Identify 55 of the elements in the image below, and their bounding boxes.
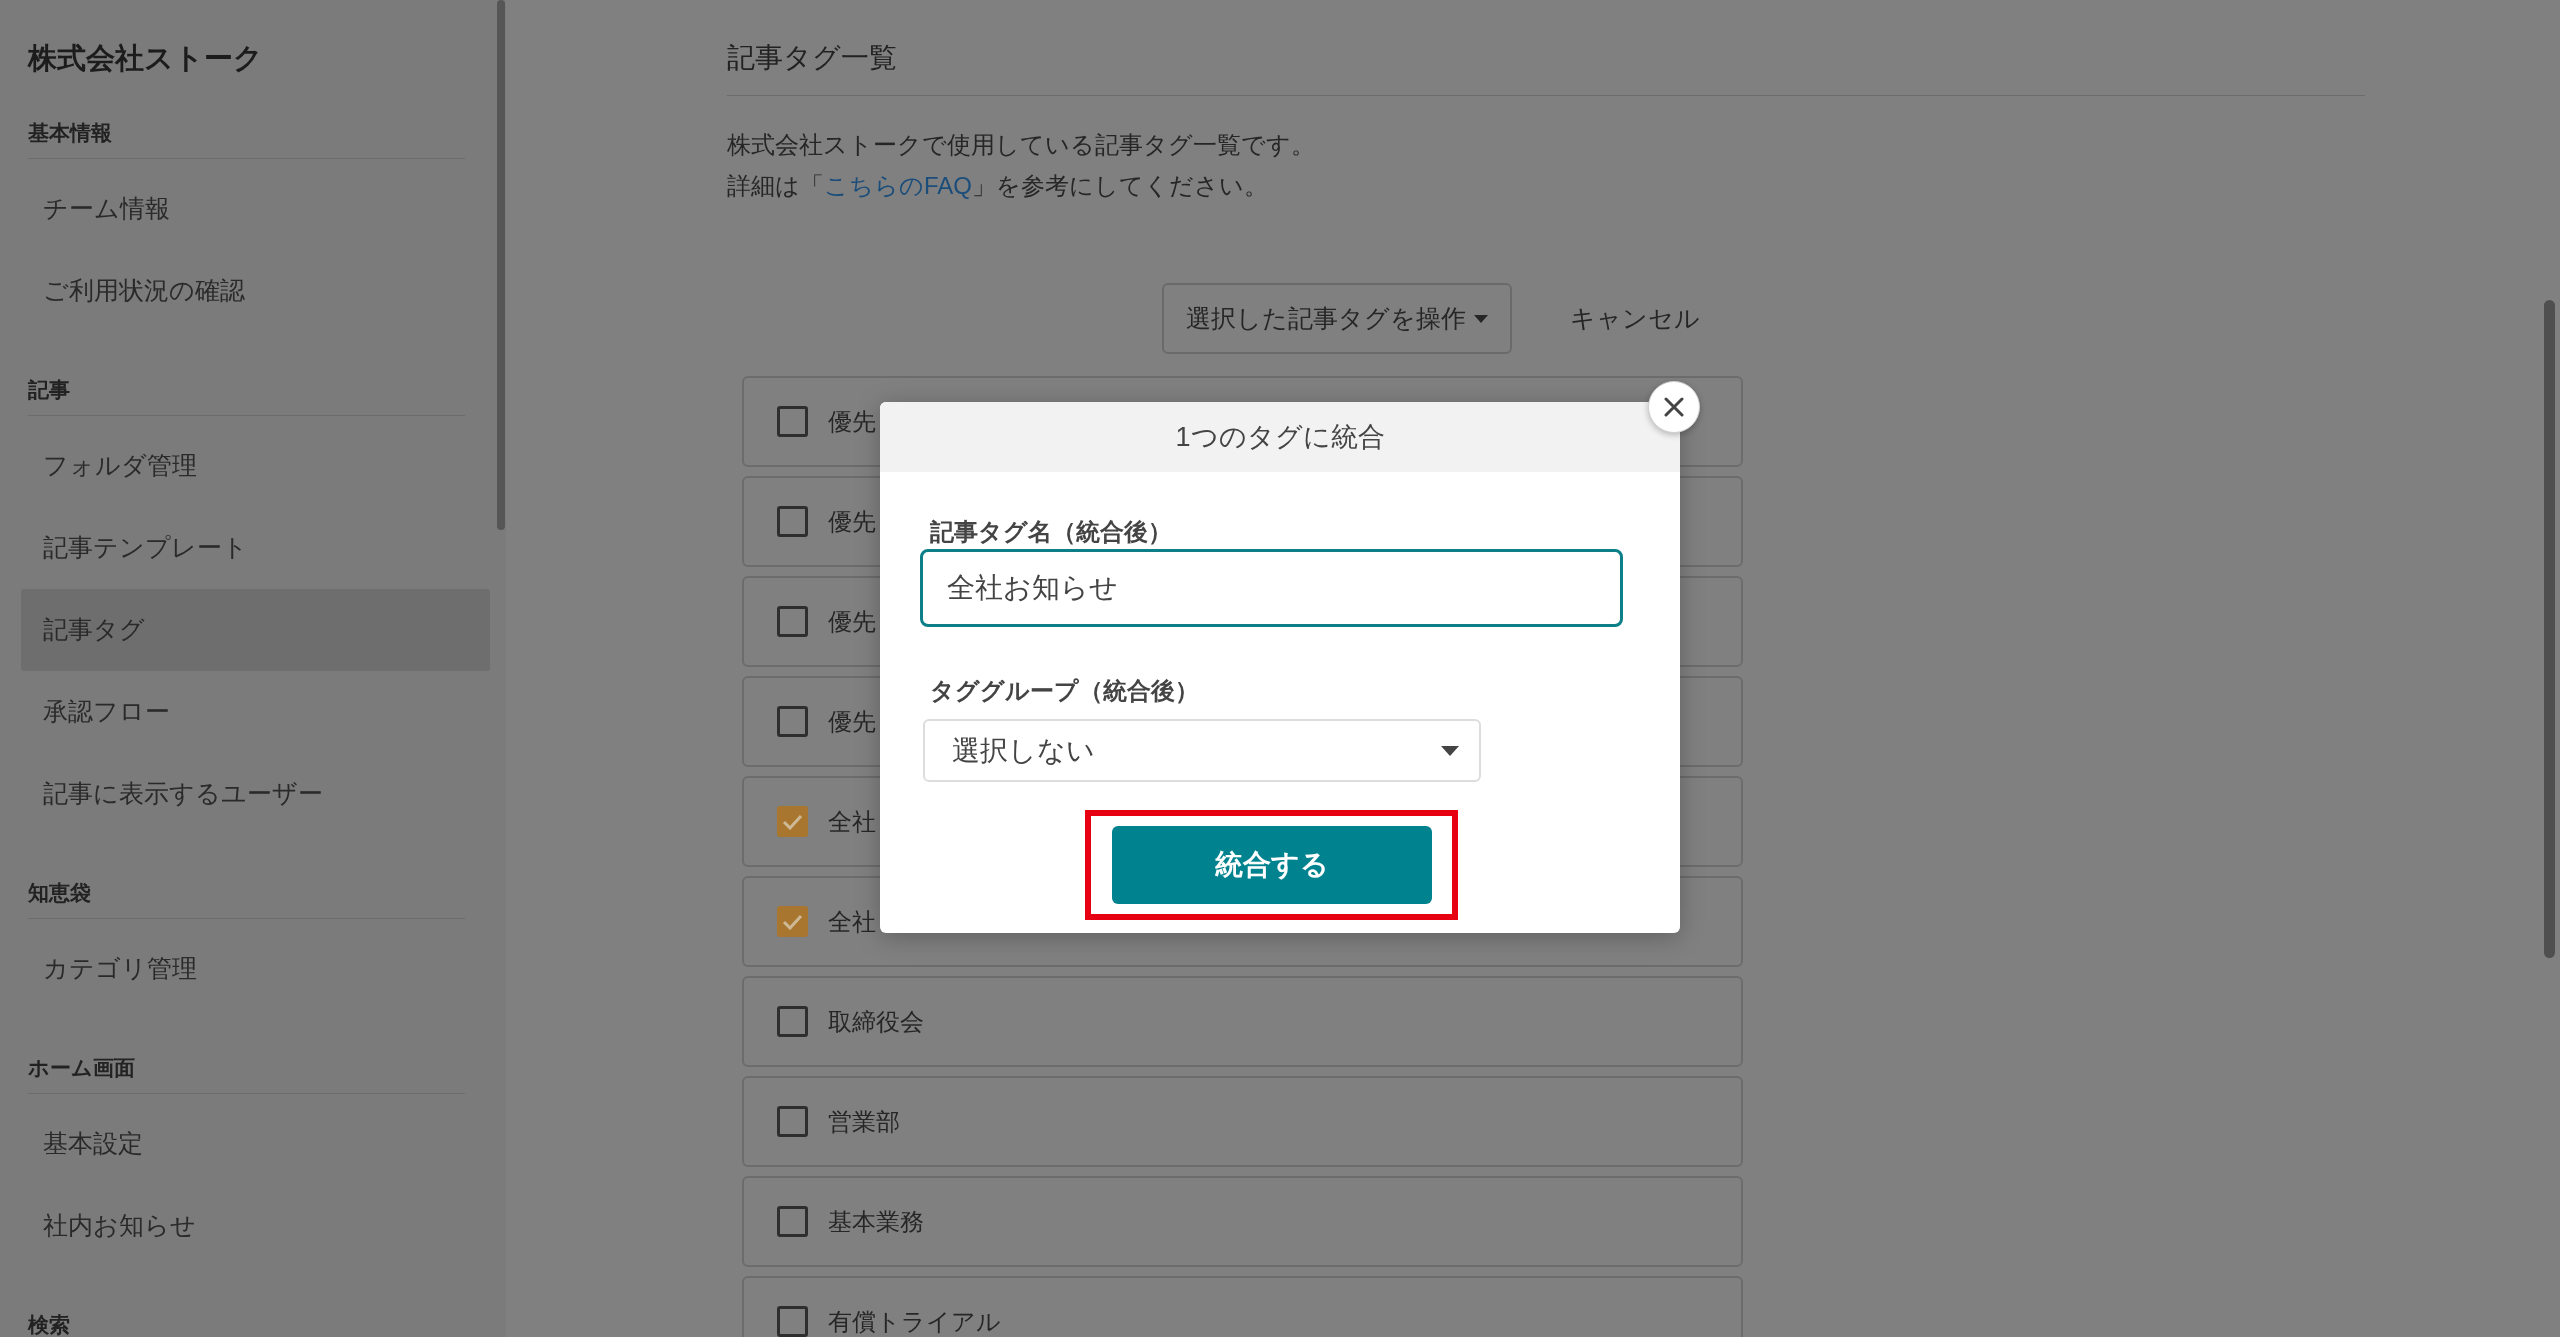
field-label: タググループ（統合後） — [929, 676, 1200, 706]
field-label: 記事タグ名（統合後） — [929, 517, 1173, 547]
select-field[interactable]: 選択しない — [923, 719, 1481, 782]
section-heading: 検索 — [28, 1312, 71, 1337]
close-icon — [1664, 397, 1684, 417]
operate-button[interactable]: 選択した記事タグを操作 — [1162, 283, 1512, 354]
tag-name: 営業部 — [828, 1106, 900, 1137]
cancel-button[interactable]: キャンセル — [1570, 299, 1700, 338]
sidebar-item[interactable]: 社内お知らせ — [21, 1185, 490, 1267]
sidebar-item[interactable]: フォルダ管理 — [21, 425, 490, 507]
text-field[interactable]: 全社お知らせ — [920, 549, 1623, 627]
description: 株式会社ストークで使用している記事タグ一覧です。 詳細は「こちらのFAQ」を参考にしてください。 — [727, 130, 1315, 201]
tag-name: 基本業務 — [828, 1206, 924, 1237]
sidebar-item[interactable]: 記事テンプレート — [21, 507, 490, 589]
checkbox[interactable] — [777, 1206, 808, 1237]
checkbox[interactable] — [777, 806, 808, 837]
sidebar-item[interactable]: 承認フロー — [21, 671, 490, 753]
tag-name: 優先 — [828, 706, 876, 737]
tag-name: 有償トライアル — [828, 1306, 1001, 1337]
checkbox[interactable] — [777, 606, 808, 637]
tag-name: 全社 — [828, 806, 876, 837]
section-heading: 基本情報 — [28, 120, 113, 146]
tag-name: 全社 — [828, 906, 876, 937]
check-icon — [782, 913, 803, 930]
tag-name: 優先 — [828, 406, 876, 437]
section-heading: 知恵袋 — [28, 880, 92, 906]
checkbox[interactable] — [777, 906, 808, 937]
checkbox[interactable] — [777, 1006, 808, 1037]
scrollbar-thumb[interactable] — [497, 0, 505, 530]
submit-button[interactable]: 統合する — [1111, 826, 1432, 904]
section-heading: 記事 — [28, 377, 71, 403]
tag-name: 優先 — [828, 606, 876, 637]
page-title: 記事タグ一覧 — [727, 41, 898, 75]
close-button[interactable] — [1648, 381, 1700, 433]
checkbox[interactable] — [777, 406, 808, 437]
caret-icon — [1441, 745, 1459, 756]
checkbox[interactable] — [777, 506, 808, 537]
dialog-title: 1つのタグに統合 — [1175, 420, 1385, 454]
sidebar-item[interactable]: チーム情報 — [21, 168, 490, 250]
caret-icon — [1474, 314, 1488, 323]
tag-name: 優先 — [828, 506, 876, 537]
sidebar-item[interactable]: 記事に表示するユーザー — [21, 753, 490, 835]
check-icon — [782, 813, 803, 830]
sidebar-title: 株式会社ストーク — [28, 41, 264, 76]
sidebar-item[interactable]: 記事タグ — [21, 589, 490, 671]
sidebar-item[interactable]: 基本設定 — [21, 1103, 490, 1185]
faq-link[interactable]: こちらのFAQ — [824, 172, 972, 199]
tag-name: 取締役会 — [828, 1006, 924, 1037]
checkbox[interactable] — [777, 1306, 808, 1337]
scrollbar-thumb[interactable] — [2544, 300, 2555, 958]
sidebar-item[interactable]: ご利用状況の確認 — [21, 250, 490, 332]
checkbox[interactable] — [777, 1106, 808, 1137]
sidebar-item[interactable]: カテゴリ管理 — [21, 928, 490, 1010]
section-heading: ホーム画面 — [28, 1055, 136, 1081]
checkbox[interactable] — [777, 706, 808, 737]
